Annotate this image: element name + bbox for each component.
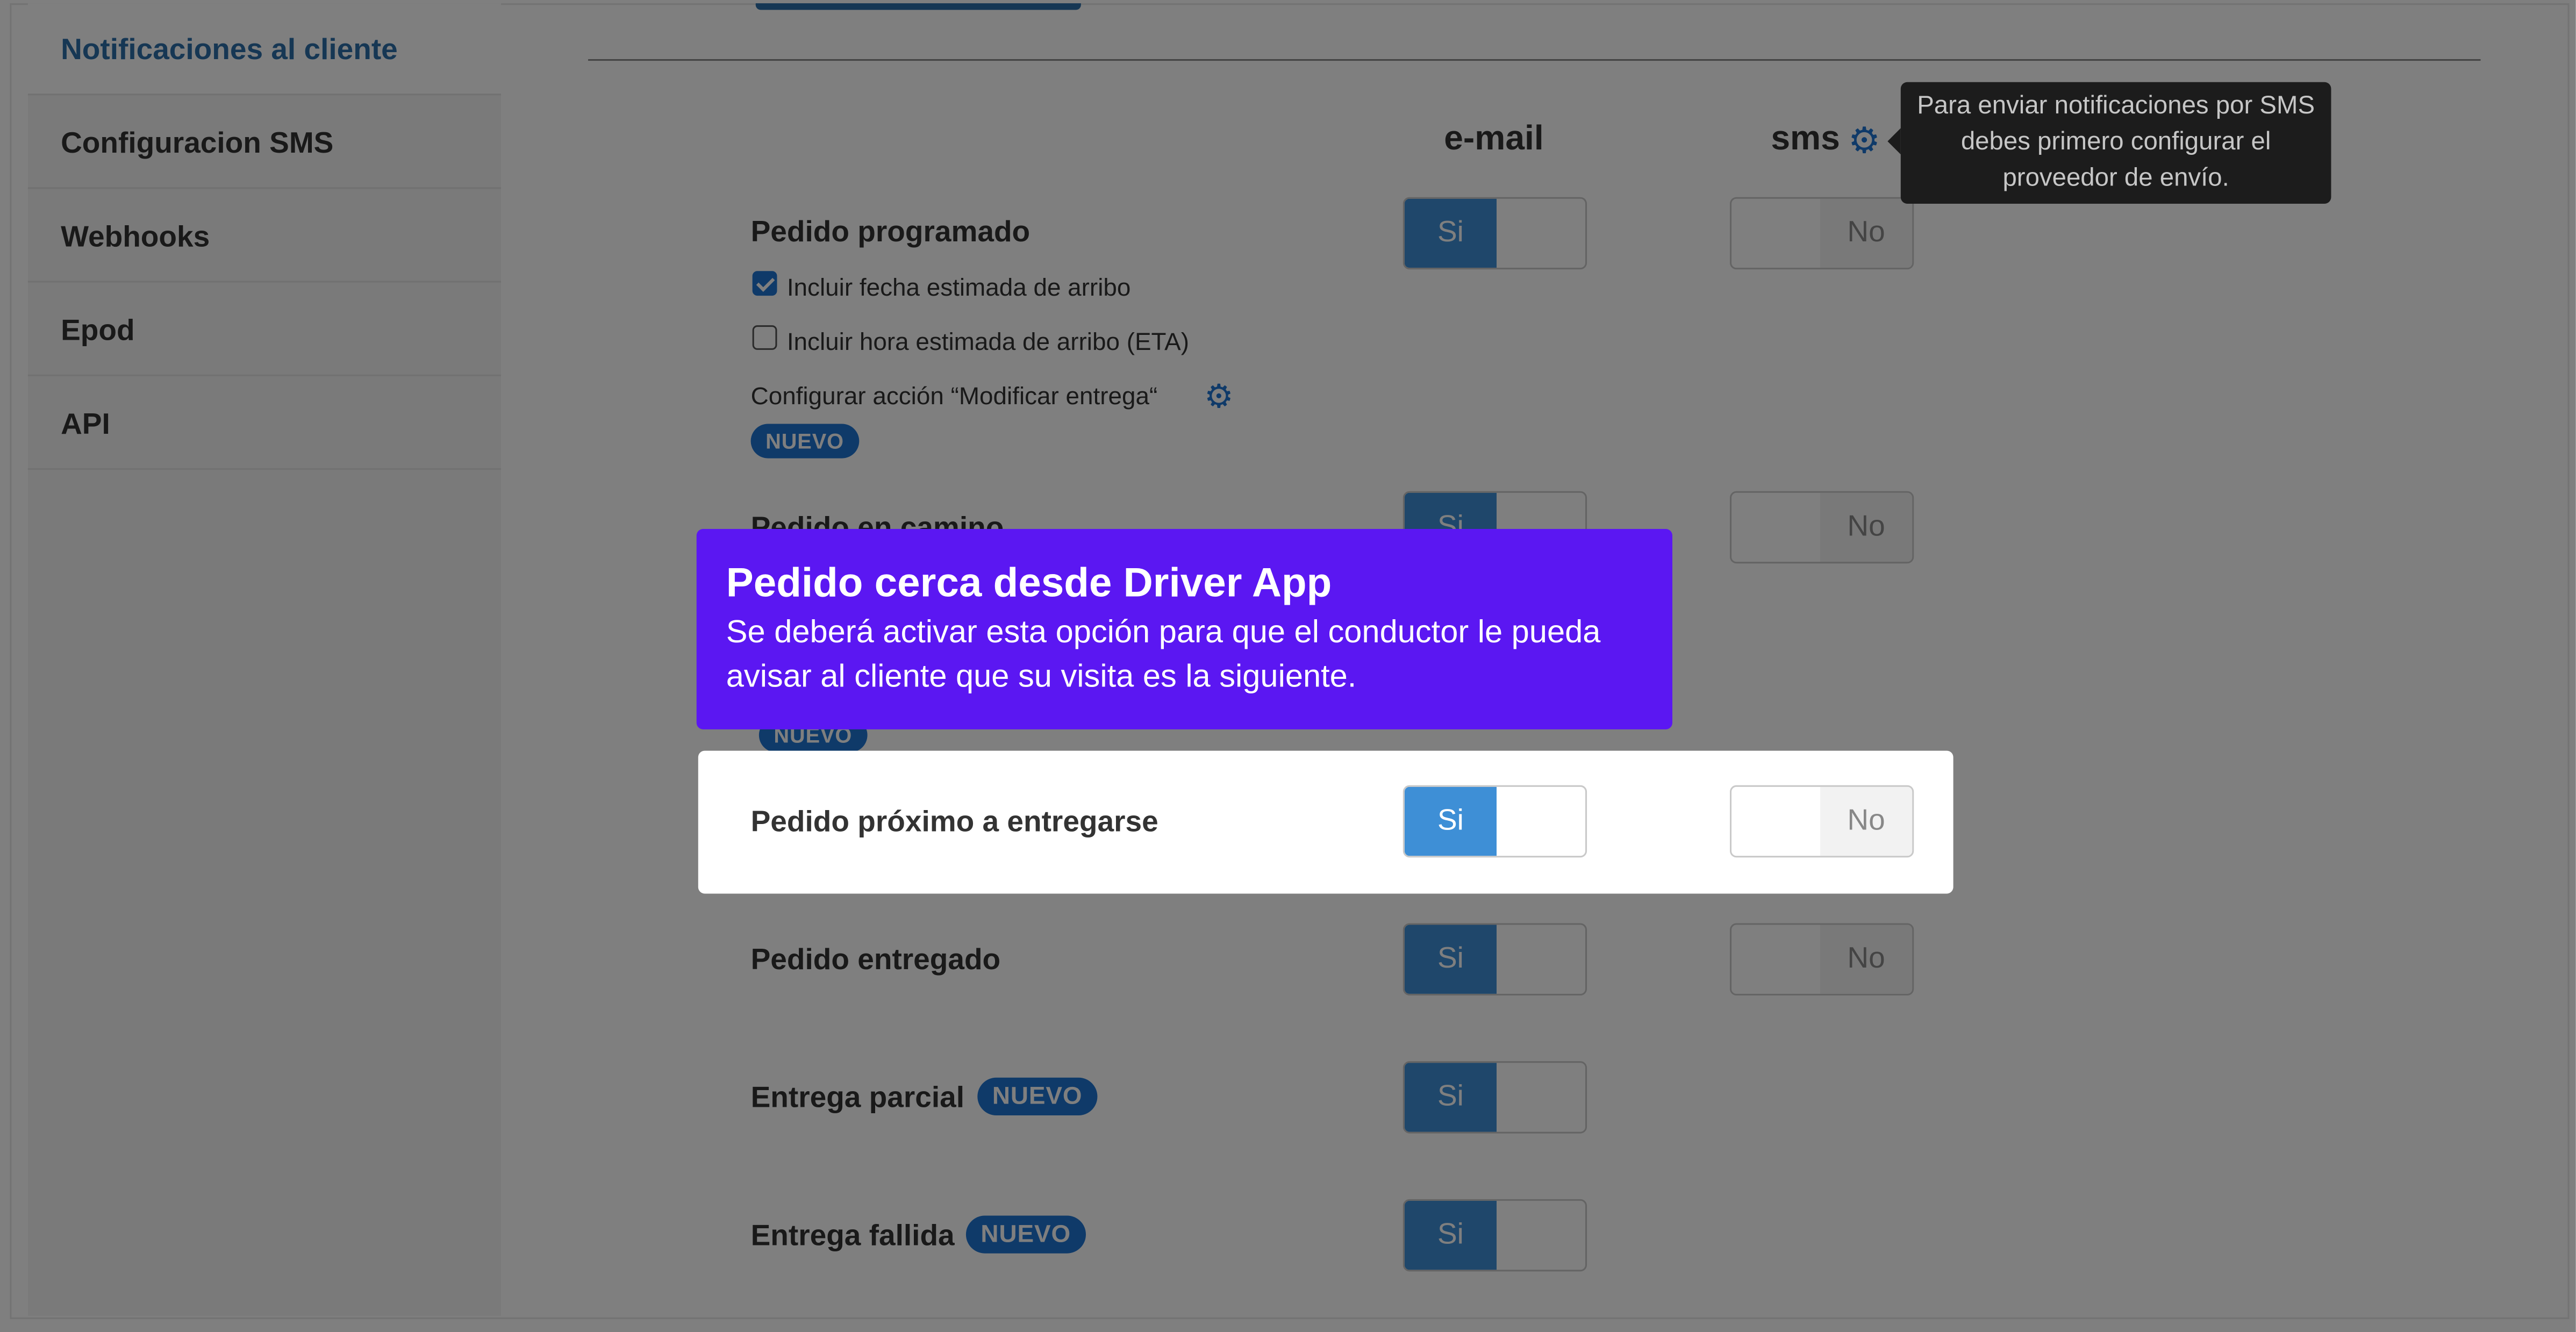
- app-stage: Notificaciones al cliente Configuracion …: [0, 0, 2576, 1332]
- tour-popover-title: Pedido cerca desde Driver App: [726, 560, 1332, 606]
- row-label-pedido-proximo: Pedido próximo a entregarse: [750, 805, 1158, 838]
- tour-highlight-pedido-proximo: Pedido próximo a entregarse Si No: [698, 750, 1954, 894]
- tour-popover: Pedido cerca desde Driver App Se deberá …: [696, 529, 1673, 729]
- email-toggle-pedido-proximo[interactable]: Si: [1403, 785, 1587, 858]
- sms-tooltip: Para enviar notificaciones por SMS debes…: [1887, 82, 2331, 204]
- tour-popover-body: Se deberá activar esta opción para que e…: [726, 614, 1601, 695]
- sms-toggle-pedido-proximo[interactable]: No: [1729, 785, 1914, 858]
